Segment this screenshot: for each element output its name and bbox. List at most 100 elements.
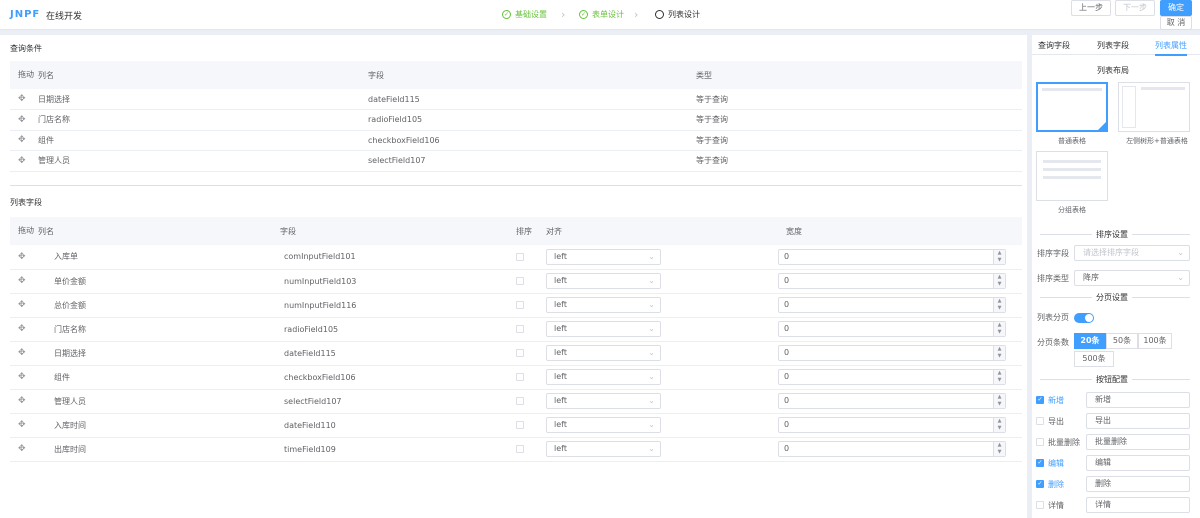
confirm-button[interactable]: 确定 — [1160, 0, 1192, 16]
drag-handle-icon[interactable]: ✥ — [10, 245, 38, 270]
cancel-button[interactable]: 取 消 — [1160, 16, 1192, 30]
align-select[interactable]: left ⌄ — [546, 369, 661, 385]
stepper-arrows-icon[interactable]: ▲ ▼ — [993, 418, 1005, 432]
layout-tree-option[interactable] — [1118, 82, 1190, 132]
stepper-arrows-icon[interactable]: ▲ ▼ — [993, 394, 1005, 408]
button-text-input[interactable]: 新增 — [1086, 392, 1190, 408]
next-button[interactable]: 下一步 — [1115, 0, 1155, 16]
button-enable-checkbox[interactable] — [1036, 501, 1044, 509]
drag-handle-icon[interactable]: ✥ — [10, 269, 38, 294]
tab-query-fields[interactable]: 查询字段 — [1038, 40, 1070, 51]
cell-width: 0 ▲ ▼ — [778, 341, 1022, 366]
align-select[interactable]: left ⌄ — [546, 248, 661, 265]
width-input[interactable]: 0 ▲ ▼ — [778, 345, 1006, 361]
tab-list-fields[interactable]: 列表字段 — [1097, 40, 1129, 51]
page-size-20[interactable]: 20条 — [1074, 333, 1106, 349]
button-enable-checkbox[interactable]: ✓ — [1036, 459, 1044, 467]
drag-handle-icon[interactable]: ✥ — [10, 109, 38, 131]
align-select[interactable]: left ⌄ — [546, 297, 661, 313]
page-size-100[interactable]: 100条 — [1138, 333, 1172, 349]
width-input[interactable]: 0 ▲ ▼ — [778, 273, 1006, 289]
chevron-down-icon: ⌄ — [648, 276, 655, 285]
cell-width: 0 ▲ ▼ — [778, 269, 1022, 294]
sort-checkbox[interactable] — [516, 325, 524, 333]
chevron-down-icon: ⌄ — [648, 300, 655, 309]
width-input[interactable]: 0 ▲ ▼ — [778, 369, 1006, 385]
drag-handle-icon[interactable]: ✥ — [10, 413, 38, 438]
align-select[interactable]: left ⌄ — [546, 417, 661, 433]
button-text-input[interactable]: 批量删除 — [1086, 434, 1190, 450]
button-text-input[interactable]: 删除 — [1086, 476, 1190, 492]
table-row: ✥ 入库单 comInputField101 left ⌄ 0 ▲ ▼ — [10, 245, 1022, 270]
width-input[interactable]: 0 ▲ ▼ — [778, 297, 1006, 313]
drag-handle-icon[interactable]: ✥ — [10, 130, 38, 151]
cell-type: 等于查询 — [696, 130, 1022, 151]
button-enable-checkbox[interactable] — [1036, 417, 1044, 425]
button-text-input[interactable]: 编辑 — [1086, 455, 1190, 471]
align-select[interactable]: left ⌄ — [546, 273, 661, 289]
page-size-50[interactable]: 50条 — [1106, 333, 1138, 349]
stepper-arrows-icon[interactable]: ▲ ▼ — [993, 274, 1005, 288]
align-select[interactable]: left ⌄ — [546, 321, 661, 337]
align-select[interactable]: left ⌄ — [546, 345, 661, 361]
sort-type-select[interactable]: 降序 ⌄ — [1074, 270, 1190, 286]
width-input[interactable]: 0 ▲ ▼ — [778, 441, 1006, 457]
button-enable-checkbox[interactable]: ✓ — [1036, 396, 1044, 404]
width-input[interactable]: 0 ▲ ▼ — [778, 393, 1006, 409]
sort-checkbox[interactable] — [516, 445, 524, 453]
width-input[interactable]: 0 ▲ ▼ — [778, 321, 1006, 337]
step-form[interactable]: ✓ 表单设计 — [579, 9, 624, 20]
prev-button[interactable]: 上一步 — [1071, 0, 1111, 16]
align-select[interactable]: left ⌄ — [546, 393, 661, 409]
layout-normal-option[interactable] — [1036, 82, 1108, 132]
sort-checkbox[interactable] — [516, 252, 524, 261]
drag-handle-icon[interactable]: ✥ — [10, 341, 38, 366]
width-value: 0 — [784, 396, 790, 405]
stepper-arrows-icon[interactable]: ▲ ▼ — [993, 442, 1005, 456]
button-text-input[interactable]: 导出 — [1086, 413, 1190, 429]
drag-handle-icon[interactable]: ✥ — [10, 389, 38, 414]
button-enable-checkbox[interactable]: ✓ — [1036, 480, 1044, 488]
sort-checkbox[interactable] — [516, 277, 524, 285]
chevron-down-icon: ⌄ — [648, 396, 655, 405]
drag-handle-icon[interactable]: ✥ — [10, 89, 38, 110]
pagination-toggle[interactable] — [1074, 313, 1094, 323]
width-value: 0 — [784, 324, 790, 333]
stepper-arrows-icon[interactable]: ▲ ▼ — [993, 249, 1005, 264]
drag-handle-icon[interactable]: ✥ — [10, 317, 38, 342]
step-basic[interactable]: ✓ 基础设置 — [502, 9, 547, 20]
sort-checkbox[interactable] — [516, 349, 524, 357]
button-text-input[interactable]: 详情 — [1086, 497, 1190, 513]
width-input[interactable]: 0 ▲ ▼ — [778, 417, 1006, 433]
drag-handle-icon[interactable]: ✥ — [10, 293, 38, 318]
thumb-bar — [1043, 160, 1101, 163]
width-input[interactable]: 0 ▲ ▼ — [778, 248, 1006, 265]
table-row: ✥ 组件 checkboxField106 等于查询 — [10, 130, 1022, 151]
sort-checkbox[interactable] — [516, 301, 524, 309]
drag-handle-icon[interactable]: ✥ — [10, 437, 38, 462]
cell-field: numInputField103 — [280, 269, 516, 294]
stepper-arrows-icon[interactable]: ▲ ▼ — [993, 298, 1005, 312]
cell-sort — [516, 317, 546, 342]
chevron-down-icon: ⌄ — [648, 348, 655, 357]
stepper-arrows-icon[interactable]: ▲ ▼ — [993, 370, 1005, 384]
stepper-arrows-icon[interactable]: ▲ ▼ — [993, 346, 1005, 360]
sort-field-select[interactable]: 请选择排序字段 ⌄ — [1074, 245, 1190, 261]
page-size-500[interactable]: 500条 — [1074, 351, 1114, 367]
drag-handle-icon[interactable]: ✥ — [10, 365, 38, 390]
drag-handle-icon[interactable]: ✥ — [10, 150, 38, 172]
step-list[interactable]: 列表设计 — [655, 9, 700, 20]
button-enable-checkbox[interactable] — [1036, 438, 1044, 446]
sort-checkbox[interactable] — [516, 421, 524, 429]
align-select[interactable]: left ⌄ — [546, 441, 661, 457]
button-text-value: 删除 — [1095, 479, 1111, 488]
cell-sort — [516, 245, 546, 270]
stepper-arrows-icon[interactable]: ▲ ▼ — [993, 322, 1005, 336]
tab-list-properties[interactable]: 列表属性 — [1155, 40, 1187, 56]
sort-checkbox[interactable] — [516, 397, 524, 405]
button-config-label: 批量删除 — [1048, 438, 1080, 447]
sort-checkbox[interactable] — [516, 373, 524, 381]
layout-group-option[interactable] — [1036, 151, 1108, 201]
align-value: left — [554, 251, 567, 261]
buttons-title: 按钮配置 — [1092, 374, 1132, 385]
